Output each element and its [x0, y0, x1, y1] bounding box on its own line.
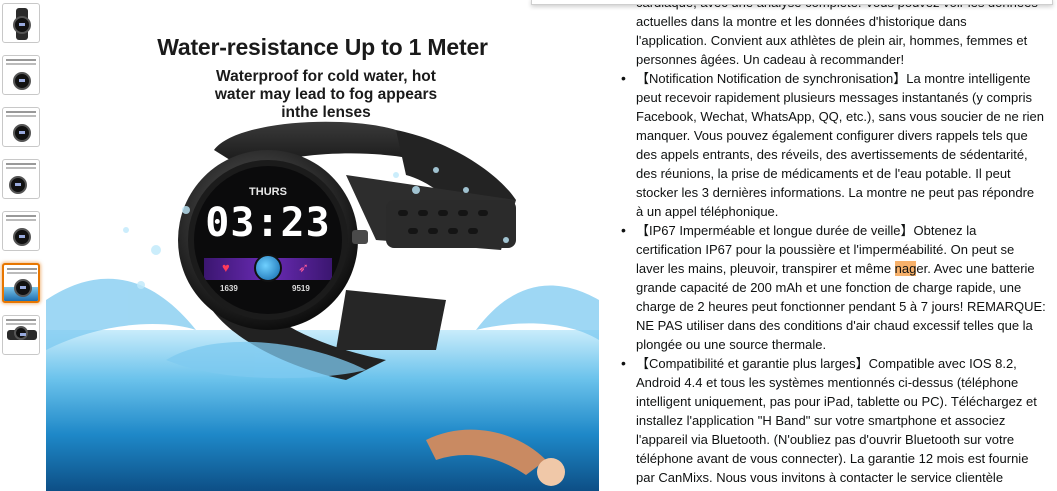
image-subtitle: Waterproof for cold water, hot water may… — [214, 68, 438, 121]
watch-left-stat: 1639 — [220, 284, 238, 293]
thumbnail-2[interactable] — [2, 55, 40, 95]
thumbnail-6-selected[interactable] — [2, 263, 40, 303]
product-description: cardiaque, avec une analyse complète. Vo… — [616, 0, 1057, 491]
watch-day: THURS — [249, 186, 287, 198]
running-icon: ➶ — [298, 260, 309, 275]
feature-bullets: cardiaque, avec une analyse complète. Vo… — [616, 0, 1057, 487]
watch-time: 03:23 — [205, 200, 331, 246]
thumbnail-4[interactable] — [2, 159, 40, 199]
list-item: 【Notification Notification de synchronis… — [621, 69, 1057, 221]
list-item: cardiaque, avec une analyse complète. Vo… — [636, 0, 1038, 67]
watch-right-stat: 9519 — [292, 284, 310, 293]
thumbnail-7[interactable] — [2, 315, 40, 355]
thumbnail-strip — [0, 0, 46, 491]
image-title: Water-resistance Up to 1 Meter — [157, 34, 488, 60]
thumbnail-1[interactable] — [2, 3, 40, 43]
list-item: 【IP67 Imperméable et longue durée de vei… — [621, 221, 1057, 354]
main-product-image[interactable]: THURS 03:23 ♥ ➶ 1639 9519 Water-resistan… — [46, 0, 599, 491]
list-item: 【Compatibilité et garantie plus larges】C… — [621, 354, 1057, 487]
search-highlight: nag — [894, 261, 917, 276]
globe-icon — [254, 254, 282, 282]
heart-icon: ♥ — [222, 260, 230, 275]
thumbnail-5[interactable] — [2, 211, 40, 251]
watch-screen: THURS 03:23 ♥ ➶ 1639 9519 — [194, 166, 342, 314]
popover-edge — [531, 0, 1053, 5]
thumbnail-3[interactable] — [2, 107, 40, 147]
